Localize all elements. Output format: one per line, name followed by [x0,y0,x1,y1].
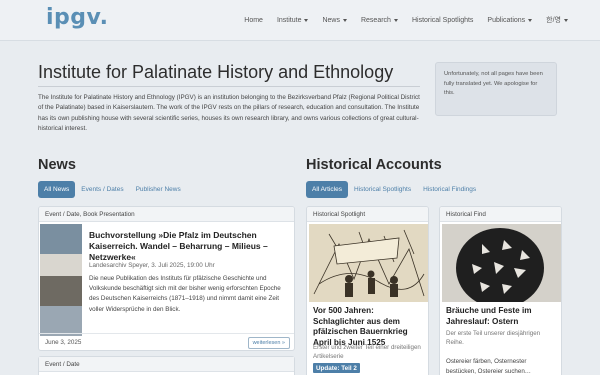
nav-news[interactable]: News [322,15,347,25]
article-card[interactable]: Historical Spotlight Vor 500 Jahren: Sch… [306,206,429,375]
caret-down-icon [304,18,309,22]
news-card-subtitle: Landesarchiv Speyer, 3. Juli 2025, 19:00… [89,262,215,269]
main-nav: Home Institute News Research Historical … [230,15,568,25]
news-card-category: Event / Date, Book Presentation [39,207,294,222]
news-card[interactable]: Event / Date, Book Presentation Buchvors… [38,206,295,351]
accounts-heading: Historical Accounts [306,157,442,173]
nav-historical-spotlights[interactable]: Historical Spotlights [412,15,473,25]
nav-label: 한/영 [546,17,561,24]
woodcut-image[interactable] [309,224,428,302]
caret-down-icon [564,18,568,22]
nav-label: Institute [276,16,302,24]
news-card-category: Event / Date [39,357,294,372]
caret-down-icon [393,18,398,22]
nav-home[interactable]: Home [244,15,263,25]
tab-publisher-news[interactable]: Publisher News [130,181,187,198]
article-card[interactable]: Historical Find Bräuche und Feste im Jah… [439,206,562,375]
article-subtitle: Der erste Teil unserer diesjährigen Reih… [446,330,541,346]
navbar: ipgv. Home Institute News Research Histo… [0,0,600,41]
caret-down-icon [342,18,347,22]
tab-historical-spotlights[interactable]: Historical Spotlights [348,181,417,198]
nav-label: Research [360,16,391,24]
tab-historical-findings[interactable]: Historical Findings [417,181,482,198]
book-cover-image[interactable] [40,224,82,336]
article-title[interactable]: Vor 500 Jahren: Schlaglichter aus dem pf… [313,306,425,348]
news-card-text: Die neue Publikation des Instituts für p… [89,275,281,313]
nav-research[interactable]: Research [361,15,398,25]
nav-label: Home [244,16,263,24]
news-card-title[interactable]: Buchvorstellung »Die Pfalz im Deutschen … [89,230,289,263]
site-logo[interactable]: ipgv. [46,5,108,30]
article-title[interactable]: Bräuche und Feste im Jahreslauf: Ostern [446,306,558,327]
news-card-date: June 3, 2025 [45,339,82,346]
tab-all-news[interactable]: All News [38,181,76,198]
nav-label: Publications [487,16,526,24]
nav-publications[interactable]: Publications [487,15,533,25]
news-tabs: All News Events / Dates Publisher News [38,181,187,198]
article-subtitle: Erster und zweiter Teil einer dreiteilig… [313,344,421,360]
intro-text: The Institute for Palatinate History and… [38,94,420,132]
article-text: Ostereier färben, Osternester bestücken,… [446,358,531,375]
nav-label: News [322,16,340,24]
nav-institute[interactable]: Institute [277,15,309,25]
title-divider [38,86,420,87]
news-card[interactable]: Event / Date [38,356,295,375]
nav-label: Historical Spotlights [411,16,474,24]
news-heading: News [38,157,76,173]
accounts-tabs: All Articles Historical Spotlights Histo… [306,181,482,198]
translation-notice: Unfortunately, not all pages have been f… [435,62,557,116]
article-category: Historical Find [440,207,561,222]
article-category: Historical Spotlight [307,207,428,222]
tab-all-articles[interactable]: All Articles [306,181,348,198]
caret-down-icon [528,18,533,22]
easter-egg-image[interactable] [442,224,561,302]
news-card-footer: June 3, 2025 weiterlesen » [39,333,294,350]
nav-language[interactable]: 한/영 [546,15,568,25]
read-more-button[interactable]: weiterlesen » [247,337,290,349]
update-badge: Update: Teil 2 [313,363,360,373]
page-title: Institute for Palatinate History and Eth… [38,62,394,82]
tab-events-dates[interactable]: Events / Dates [75,181,129,198]
